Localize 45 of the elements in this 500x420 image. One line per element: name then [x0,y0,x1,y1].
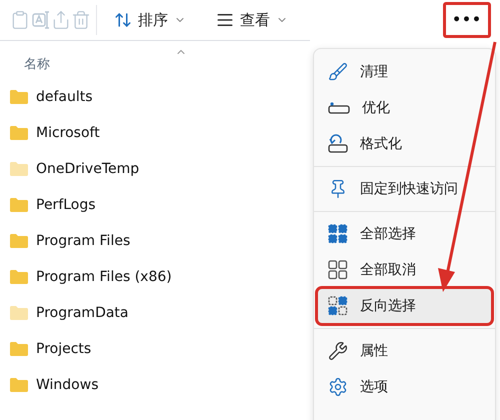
folder-icon [10,306,28,320]
folder-icon [10,270,28,284]
menu-item[interactable]: 属性 [318,334,491,368]
trash-icon [71,10,92,30]
folder-icon [10,90,28,104]
grid-icon [328,224,348,244]
menu-item[interactable]: 全部选择 [318,217,491,251]
folder-name[interactable]: Windows [36,377,98,393]
drive-icon [328,101,350,115]
folder-icon [10,162,28,176]
sort-button[interactable]: 排序 [106,2,194,38]
menu-item[interactable]: 全部取消 [318,253,491,287]
folder-name[interactable]: Projects [36,341,92,357]
column-header[interactable]: 名称 [24,55,50,73]
rename-icon [30,10,51,30]
folder-icon [10,234,28,248]
menu-item[interactable]: 优化 [318,91,491,125]
menu-item[interactable]: 选项 [318,370,491,404]
share-icon [51,10,72,30]
wrench-icon [328,341,348,361]
brush-icon [328,62,348,82]
menu-item[interactable]: 反向选择 [318,289,491,323]
grid-icon [328,260,348,280]
folder-name[interactable]: Microsoft [36,125,100,141]
folder-name[interactable]: ProgramData [36,305,128,321]
folder-name[interactable]: Program Files (x86) [36,269,172,285]
menu-item[interactable]: 清理 [318,55,491,89]
folder-name[interactable]: defaults [36,89,93,105]
more-button[interactable]: ••• [443,2,491,38]
view-button[interactable]: 查看 [208,2,296,38]
folder-name[interactable]: OneDriveTemp [36,161,140,177]
drive-icon [328,134,348,154]
menu-item[interactable]: 格式化 [318,127,491,161]
folder-name[interactable]: Program Files [36,233,130,249]
folder-icon [10,198,28,212]
folder-icon [10,342,28,356]
folder-icon [10,126,28,140]
settings-icon [328,377,348,397]
lines-icon [216,11,234,29]
folder-icon [10,378,28,392]
sort-icon [114,11,132,29]
menu-item[interactable]: 固定到快速访问 [318,172,491,206]
clipboard-icon [10,10,30,30]
grid-icon [328,296,348,316]
folder-name[interactable]: PerfLogs [36,197,96,213]
